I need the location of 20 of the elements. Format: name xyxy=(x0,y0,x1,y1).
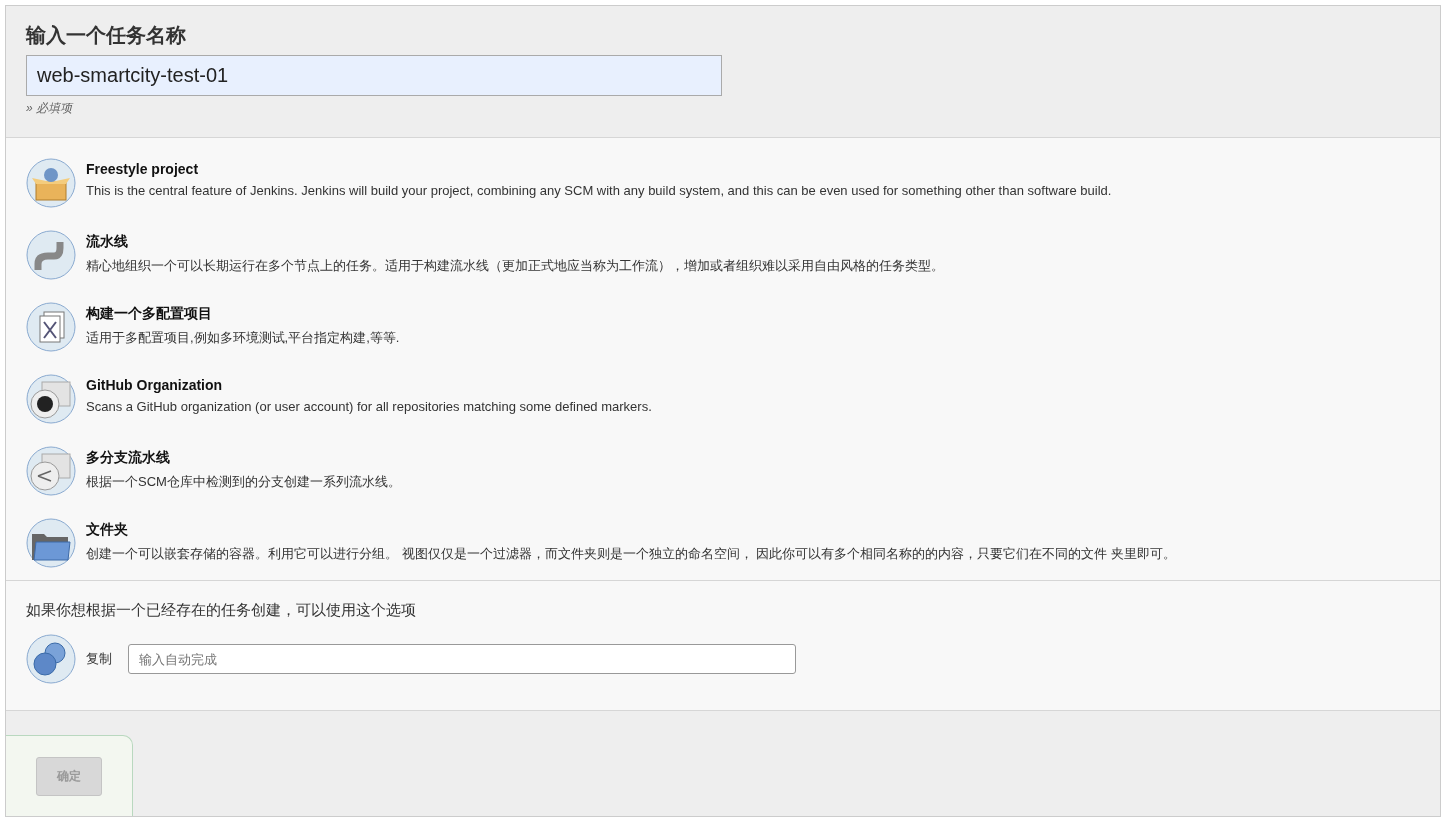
item-type-description: 创建一个可以嵌套存储的容器。利用它可以进行分组。 视图仅仅是一个过滤器，而文件夹则是一个独立的命名空间， 因此你可以有多个相同名称的的内容，只要它们在不同的文件 夹里即可。 xyxy=(86,545,1176,563)
item-type-description: Scans a GitHub organization (or user account) for all repositories matching some defined markers. xyxy=(86,399,652,414)
pipeline-icon xyxy=(26,230,76,280)
item-type-description: 根据一个SCM仓库中检测到的分支创建一系列流水线。 xyxy=(86,473,401,491)
item-name-field[interactable]: web-smartcity-test-01 xyxy=(26,55,722,96)
item-type-title[interactable]: 文件夹 xyxy=(86,521,1176,539)
copy-from-field[interactable]: 输入自动完成 xyxy=(128,644,796,674)
section-heading: 输入一个任务名称 xyxy=(26,23,186,48)
required-hint: » 必填项 xyxy=(26,100,72,117)
copy-label: 复制 xyxy=(86,650,112,668)
copy-prompt: 如果你想根据一个已经存在的任务创建，可以使用这个选项 xyxy=(26,601,417,620)
item-type-title[interactable]: 构建一个多配置项目 xyxy=(86,305,400,323)
item-type-title[interactable]: Freestyle project xyxy=(86,161,1112,177)
item-type-description: 适用于多配置项目,例如多环境测试,平台指定构建,等等. xyxy=(86,329,400,347)
folder-icon xyxy=(26,518,76,568)
item-type-description: This is the central feature of Jenkins. Jenkins will build your project, combining any SCM with any build system, and this can be even used for something other than software build. xyxy=(86,183,1112,198)
item-type-description: 精心地组织一个可以长期运行在多个节点上的任务。适用于构建流水线（更加正式地应当称为工作流），增加或者组织难以采用自由风格的任务类型。 xyxy=(86,257,944,275)
item-type-title[interactable]: 多分支流水线 xyxy=(86,449,401,467)
item-type-title[interactable]: 流水线 xyxy=(86,233,944,251)
item-type-title[interactable]: GitHub Organization xyxy=(86,377,652,393)
